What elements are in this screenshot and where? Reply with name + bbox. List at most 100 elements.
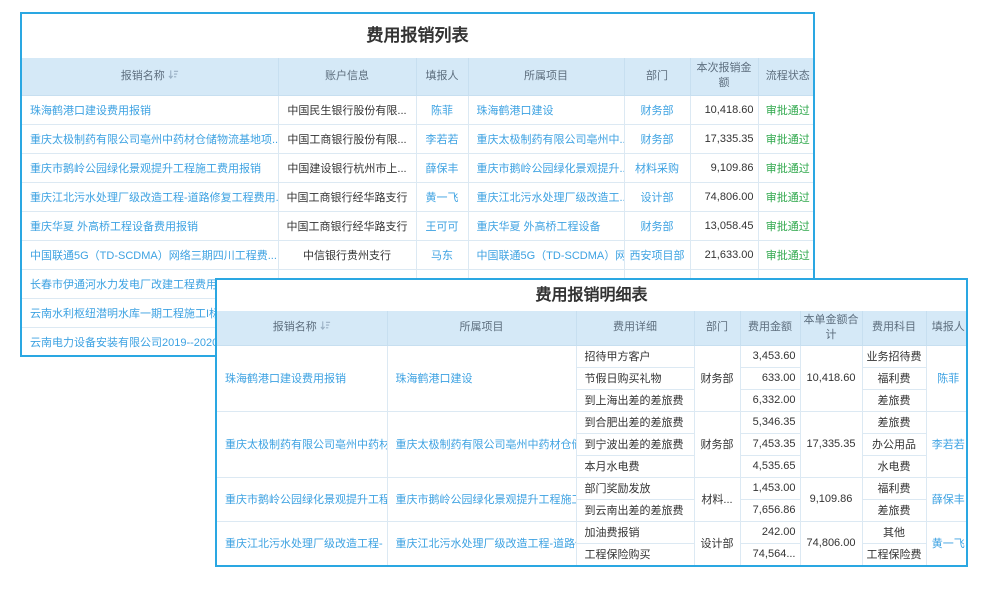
col-header-label: 费用详细 bbox=[613, 321, 657, 333]
cell-project[interactable]: 重庆市鹅岭公园绿化景观提升... bbox=[468, 153, 624, 182]
col-header-label: 本单金额合计 bbox=[804, 314, 859, 341]
cell-dept[interactable]: 设计部 bbox=[624, 182, 690, 211]
cell-amount: 21,633.00 bbox=[690, 240, 758, 269]
cell-name[interactable]: 重庆江北污水处理厂级改造工程-道路修复工程费用... bbox=[22, 182, 278, 211]
col-header-label: 报销名称 bbox=[121, 70, 165, 82]
cell-name[interactable]: 重庆市鹅岭公园绿化景观提升工程 bbox=[217, 477, 387, 521]
col-header-label: 所属项目 bbox=[524, 70, 568, 82]
cell-detail: 到云南出差的差旅费 bbox=[576, 499, 694, 521]
cell-name[interactable]: 重庆太极制药有限公司亳州中药材仓储物流基地项... bbox=[22, 124, 278, 153]
header-row: 报销名称 账户信息 填报人 所属项目 部门 本次报销金额 流程状态 bbox=[22, 58, 815, 95]
col-header-reporter: 填报人 bbox=[926, 311, 968, 345]
col-header-dept: 部门 bbox=[624, 58, 690, 95]
cell-amount: 3,453.60 bbox=[740, 345, 800, 367]
cell-category: 业务招待费 bbox=[862, 345, 926, 367]
cell-amount: 74,806.00 bbox=[690, 182, 758, 211]
cell-dept[interactable]: 财务部 bbox=[624, 124, 690, 153]
cell-dept[interactable]: 西安项目部 bbox=[624, 240, 690, 269]
col-header-label: 账户信息 bbox=[325, 70, 369, 82]
cell-account: 中国工商银行股份有限... bbox=[278, 124, 416, 153]
col-header-status: 流程状态 bbox=[758, 58, 815, 95]
col-header-project: 所属项目 bbox=[468, 58, 624, 95]
cell-name[interactable]: 珠海鹤港口建设费用报销 bbox=[22, 95, 278, 124]
cell-dept[interactable]: 财务部 bbox=[624, 95, 690, 124]
cell-account: 中国工商银行经华路支行 bbox=[278, 211, 416, 240]
cell-reporter[interactable]: 李若若 bbox=[926, 411, 968, 477]
cell-detail: 到上海出差的差旅费 bbox=[576, 389, 694, 411]
cell-project[interactable]: 重庆江北污水处理厂级改造工... bbox=[468, 182, 624, 211]
cell-reporter[interactable]: 李若若 bbox=[416, 124, 468, 153]
cell-detail: 加油费报销 bbox=[576, 521, 694, 543]
cell-account: 中国建设银行杭州市上... bbox=[278, 153, 416, 182]
cell-project[interactable]: 重庆江北污水处理厂级改造工程-道路修复工 bbox=[387, 521, 576, 565]
list-table-head: 报销名称 账户信息 填报人 所属项目 部门 本次报销金额 流程状态 bbox=[22, 58, 815, 95]
col-header-label: 流程状态 bbox=[766, 70, 810, 82]
col-header-dept: 部门 bbox=[694, 311, 740, 345]
list-row: 珠海鹤港口建设费用报销中国民生银行股份有限...陈菲珠海鹤港口建设财务部10,4… bbox=[22, 95, 815, 124]
cell-dept[interactable]: 材料采购 bbox=[624, 153, 690, 182]
cell-project[interactable]: 重庆市鹅岭公园绿化景观提升工程施工 bbox=[387, 477, 576, 521]
cell-detail: 到宁波出差的差旅费 bbox=[576, 433, 694, 455]
expense-detail-title: 费用报销明细表 bbox=[217, 280, 966, 311]
cell-status: 审批通过 bbox=[758, 95, 815, 124]
cell-amount: 17,335.35 bbox=[690, 124, 758, 153]
col-header-label: 部门 bbox=[646, 70, 668, 82]
cell-category: 福利费 bbox=[862, 477, 926, 499]
cell-name[interactable]: 中国联通5G（TD-SCDMA）网络三期四川工程费... bbox=[22, 240, 278, 269]
cell-reporter[interactable]: 陈菲 bbox=[926, 345, 968, 411]
cell-name[interactable]: 重庆太极制药有限公司亳州中药材 bbox=[217, 411, 387, 477]
cell-reporter[interactable]: 薛保丰 bbox=[416, 153, 468, 182]
col-header-label: 所属项目 bbox=[460, 321, 504, 333]
cell-total: 9,109.86 bbox=[800, 477, 862, 521]
list-row: 重庆江北污水处理厂级改造工程-道路修复工程费用...中国工商银行经华路支行黄一飞… bbox=[22, 182, 815, 211]
col-header-label: 填报人 bbox=[426, 70, 459, 82]
cell-project[interactable]: 中国联通5G（TD-SCDMA）网... bbox=[468, 240, 624, 269]
cell-name[interactable]: 重庆江北污水处理厂级改造工程- bbox=[217, 521, 387, 565]
cell-amount: 9,109.86 bbox=[690, 153, 758, 182]
col-header-label: 部门 bbox=[706, 321, 728, 333]
cell-detail: 部门奖励发放 bbox=[576, 477, 694, 499]
cell-detail: 节假日购买礼物 bbox=[576, 367, 694, 389]
cell-project[interactable]: 重庆太极制药有限公司亳州中... bbox=[468, 124, 624, 153]
cell-reporter[interactable]: 薛保丰 bbox=[926, 477, 968, 521]
cell-name[interactable]: 珠海鹤港口建设费用报销 bbox=[217, 345, 387, 411]
cell-amount: 4,535.65 bbox=[740, 455, 800, 477]
cell-category: 差旅费 bbox=[862, 411, 926, 433]
detail-row: 重庆江北污水处理厂级改造工程-重庆江北污水处理厂级改造工程-道路修复工加油费报销… bbox=[217, 521, 968, 543]
cell-status: 审批通过 bbox=[758, 211, 815, 240]
cell-detail: 本月水电费 bbox=[576, 455, 694, 477]
cell-name[interactable]: 重庆市鹅岭公园绿化景观提升工程施工费用报销 bbox=[22, 153, 278, 182]
cell-project[interactable]: 重庆华夏 外高桥工程设备 bbox=[468, 211, 624, 240]
cell-reporter[interactable]: 王可可 bbox=[416, 211, 468, 240]
cell-amount: 10,418.60 bbox=[690, 95, 758, 124]
cell-status: 审批通过 bbox=[758, 240, 815, 269]
cell-dept: 财务部 bbox=[694, 411, 740, 477]
col-header-label: 费用科目 bbox=[872, 321, 916, 333]
detail-table-head: 报销名称 所属项目 费用详细 部门费用金额本单金额合计 费用科目填报人 bbox=[217, 311, 968, 345]
cell-reporter[interactable]: 马东 bbox=[416, 240, 468, 269]
cell-project[interactable]: 珠海鹤港口建设 bbox=[387, 345, 576, 411]
cell-category: 办公用品 bbox=[862, 433, 926, 455]
cell-detail: 工程保险购买 bbox=[576, 543, 694, 565]
cell-dept: 材料... bbox=[694, 477, 740, 521]
col-header-amount: 费用金额 bbox=[740, 311, 800, 345]
cell-project[interactable]: 重庆太极制药有限公司亳州中药材仓储物流 bbox=[387, 411, 576, 477]
cell-reporter[interactable]: 陈菲 bbox=[416, 95, 468, 124]
cell-category: 差旅费 bbox=[862, 499, 926, 521]
col-header-name[interactable]: 报销名称 bbox=[22, 58, 278, 95]
cell-total: 10,418.60 bbox=[800, 345, 862, 411]
cell-amount: 242.00 bbox=[740, 521, 800, 543]
cell-total: 74,806.00 bbox=[800, 521, 862, 565]
col-header-label: 本次报销金额 bbox=[697, 62, 752, 89]
cell-status: 审批通过 bbox=[758, 182, 815, 211]
cell-name[interactable]: 重庆华夏 外高桥工程设备费用报销 bbox=[22, 211, 278, 240]
cell-reporter[interactable]: 黄一飞 bbox=[926, 521, 968, 565]
col-header-name[interactable]: 报销名称 bbox=[217, 311, 387, 345]
cell-account: 中国民生银行股份有限... bbox=[278, 95, 416, 124]
cell-dept[interactable]: 财务部 bbox=[624, 211, 690, 240]
cell-reporter[interactable]: 黄一飞 bbox=[416, 182, 468, 211]
expense-list-title: 费用报销列表 bbox=[22, 14, 813, 58]
cell-status: 审批通过 bbox=[758, 124, 815, 153]
cell-category: 差旅费 bbox=[862, 389, 926, 411]
cell-project[interactable]: 珠海鹤港口建设 bbox=[468, 95, 624, 124]
